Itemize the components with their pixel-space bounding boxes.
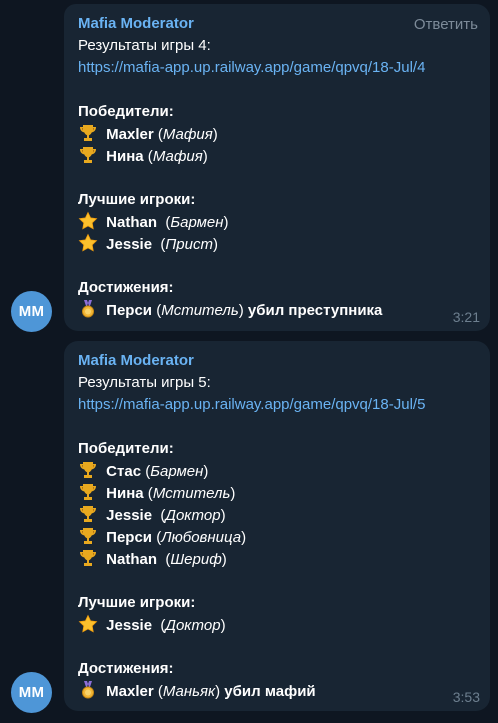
- winners-header: Победители:: [78, 103, 174, 120]
- best-players-header: Лучшие игроки:: [78, 191, 196, 208]
- message-title: Результаты игры 5:: [78, 374, 211, 391]
- game-link[interactable]: https://mafia-app.up.railway.app/game/qp…: [78, 396, 425, 413]
- trophy-icon: [80, 506, 96, 522]
- medal-icon: [82, 300, 94, 318]
- message-title: Результаты игры 4:: [78, 37, 211, 54]
- achievement-text: убил мафий: [224, 683, 316, 700]
- player-name: Maxler: [106, 126, 154, 143]
- player-name: Jessie: [106, 617, 153, 634]
- trophy-icon: [80, 125, 96, 141]
- player-role: Бармен: [150, 463, 204, 480]
- player-name: Нина: [106, 485, 144, 502]
- list-item: Стас (Бармен): [78, 460, 480, 482]
- player-name: Стас: [106, 463, 142, 480]
- star-icon: [78, 614, 98, 633]
- list-item: Перси (Любовница): [78, 526, 480, 548]
- player-role: Прист: [165, 236, 213, 253]
- list-item: Нина (Мафия): [78, 145, 480, 167]
- list-item: Перси (Мститель) убил преступника: [78, 299, 480, 321]
- trophy-icon: [80, 528, 96, 544]
- message-time: 3:53: [452, 689, 480, 705]
- message-bubble[interactable]: Mafia Moderator Результаты игры 5: https…: [64, 341, 490, 711]
- player-role: Доктор: [165, 617, 221, 634]
- achievements-header: Достижения:: [78, 660, 174, 677]
- player-role: Маньяк: [162, 683, 216, 700]
- player-name: Nathan: [106, 214, 158, 231]
- trophy-icon: [80, 550, 96, 566]
- player-role: Бармен: [170, 214, 224, 231]
- message-bubble[interactable]: Mafia Moderator Ответить Результаты игры…: [64, 4, 490, 331]
- achievement-text: убил преступника: [247, 302, 383, 319]
- player-role: Доктор: [165, 507, 221, 524]
- reply-button[interactable]: Ответить: [414, 15, 478, 35]
- player-role: Мафия: [162, 126, 213, 143]
- list-item: Нина (Мститель): [78, 482, 480, 504]
- avatar[interactable]: MM: [11, 672, 52, 713]
- winners-header: Победители:: [78, 440, 174, 457]
- player-role: Мститель: [152, 485, 231, 502]
- player-name: Нина: [106, 148, 144, 165]
- star-icon: [78, 211, 98, 230]
- best-players-header: Лучшие игроки:: [78, 594, 196, 611]
- achievements-header: Достижения:: [78, 279, 174, 296]
- game-link[interactable]: https://mafia-app.up.railway.app/game/qp…: [78, 59, 425, 76]
- sender-name[interactable]: Mafia Moderator: [78, 350, 480, 372]
- player-name: Maxler: [106, 683, 154, 700]
- player-name: Jessie: [106, 507, 153, 524]
- list-item: Jessie (Прист): [78, 233, 480, 255]
- trophy-icon: [80, 147, 96, 163]
- list-item: Jessie (Доктор): [78, 504, 480, 526]
- star-icon: [78, 233, 98, 252]
- player-role: Мститель: [161, 302, 239, 319]
- player-name: Перси: [106, 529, 153, 546]
- player-name: Nathan: [106, 551, 158, 568]
- medal-icon: [82, 681, 94, 699]
- avatar[interactable]: MM: [11, 291, 52, 332]
- player-role: Мафия: [152, 148, 203, 165]
- trophy-icon: [80, 484, 96, 500]
- player-name: Jessie: [106, 236, 153, 253]
- list-item: Nathan (Бармен): [78, 211, 480, 233]
- player-role: Шериф: [170, 551, 222, 568]
- message-time: 3:21: [452, 309, 480, 325]
- player-role: Любовница: [161, 529, 242, 546]
- list-item: Jessie (Доктор): [78, 614, 480, 636]
- trophy-icon: [80, 462, 96, 478]
- list-item: Maxler (Мафия): [78, 123, 480, 145]
- player-name: Перси: [106, 302, 153, 319]
- list-item: Nathan (Шериф): [78, 548, 480, 570]
- list-item: Maxler (Маньяк) убил мафий: [78, 680, 480, 702]
